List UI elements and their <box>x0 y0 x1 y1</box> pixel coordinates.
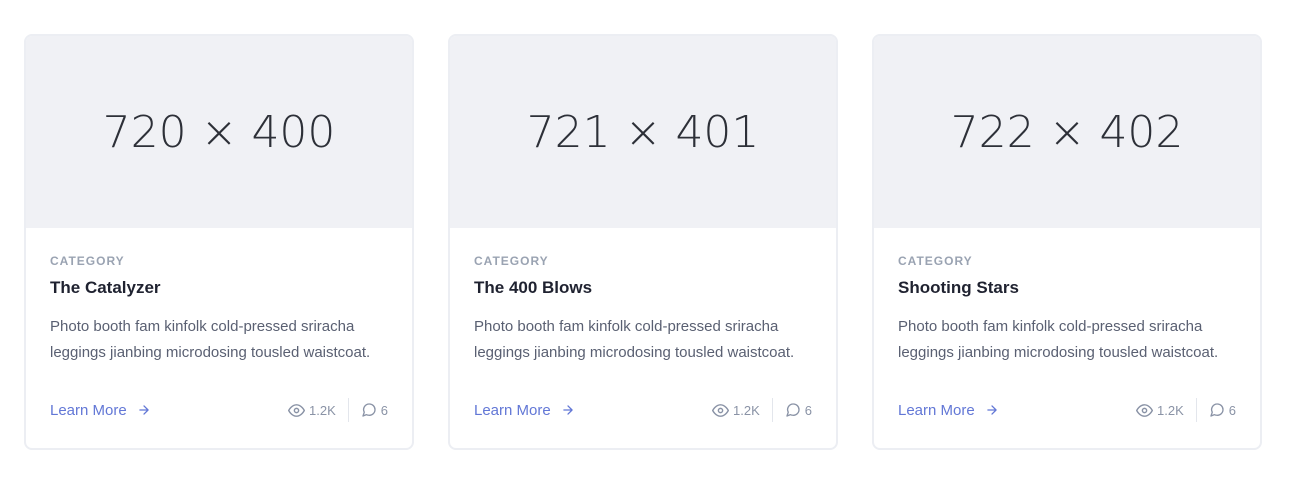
arrow-right-icon <box>137 403 151 417</box>
card-stats: 1.2K 6 <box>288 398 388 422</box>
comments-stat: 6 <box>361 402 388 418</box>
learn-more-link[interactable]: Learn More <box>50 402 151 419</box>
card-description: Photo booth fam kinfolk cold-pressed sri… <box>474 318 795 361</box>
card-footer: Learn More 1.2K 6 <box>474 398 812 422</box>
learn-more-link[interactable]: Learn More <box>474 402 575 419</box>
comments-count: 6 <box>804 402 812 418</box>
card-image-placeholder: 720 × 400 <box>26 36 412 228</box>
stats-divider <box>347 398 349 422</box>
views-stat: 1.2K <box>288 402 336 419</box>
eye-icon <box>288 403 306 417</box>
image-width-text: 720 <box>102 106 187 158</box>
blog-card: 720 × 400 CATEGORY The Catalyzer Photo b… <box>24 34 414 450</box>
views-count: 1.2K <box>733 402 760 418</box>
chat-bubble-icon <box>786 403 800 417</box>
arrow-right-icon <box>561 403 575 417</box>
card-description: Photo booth fam kinfolk cold-pressed sri… <box>50 318 371 361</box>
image-height-text: 401 <box>675 106 760 158</box>
card-title: The 400 Blows <box>474 278 593 297</box>
card-stats: 1.2K 6 <box>712 398 812 422</box>
card-body: CATEGORY The 400 Blows Photo booth fam k… <box>450 228 836 448</box>
learn-more-link[interactable]: Learn More <box>898 402 999 419</box>
views-stat: 1.2K <box>712 402 760 419</box>
learn-more-label: Learn More <box>50 401 127 419</box>
image-height-text: 400 <box>251 106 336 158</box>
learn-more-label: Learn More <box>898 401 975 419</box>
card-category: CATEGORY <box>898 254 973 268</box>
image-width-text: 722 <box>950 106 1035 158</box>
views-stat: 1.2K <box>1136 402 1184 419</box>
comments-stat: 6 <box>1209 402 1236 418</box>
card-category: CATEGORY <box>50 254 125 268</box>
card-body: CATEGORY Shooting Stars Photo booth fam … <box>874 228 1260 448</box>
card-body: CATEGORY The Catalyzer Photo booth fam k… <box>26 228 412 448</box>
blog-card: 721 × 401 CATEGORY The 400 Blows Photo b… <box>448 34 838 450</box>
blog-card: 722 × 402 CATEGORY Shooting Stars Photo … <box>872 34 1262 450</box>
views-count: 1.2K <box>1157 402 1184 418</box>
card-image-placeholder: 721 × 401 <box>450 36 836 228</box>
image-times-sign: × <box>200 106 238 158</box>
comments-stat: 6 <box>785 402 812 418</box>
card-description: Photo booth fam kinfolk cold-pressed sri… <box>898 318 1219 361</box>
stats-divider <box>771 398 773 422</box>
image-times-sign: × <box>1048 106 1086 158</box>
card-category: CATEGORY <box>474 254 549 268</box>
learn-more-label: Learn More <box>474 401 551 419</box>
image-height-text: 402 <box>1099 106 1184 158</box>
arrow-right-icon <box>985 403 999 417</box>
chat-bubble-icon <box>1210 403 1224 417</box>
card-title: The Catalyzer <box>50 278 161 297</box>
card-footer: Learn More 1.2K 6 <box>50 398 388 422</box>
card-stats: 1.2K 6 <box>1136 398 1236 422</box>
card-grid: 720 × 400 CATEGORY The Catalyzer Photo b… <box>0 0 1300 487</box>
comments-count: 6 <box>1228 402 1236 418</box>
card-title: Shooting Stars <box>898 278 1019 297</box>
eye-icon <box>712 403 730 417</box>
image-times-sign: × <box>624 106 662 158</box>
comments-count: 6 <box>380 402 388 418</box>
card-image-placeholder: 722 × 402 <box>874 36 1260 228</box>
card-footer: Learn More 1.2K 6 <box>898 398 1236 422</box>
stats-divider <box>1195 398 1197 422</box>
eye-icon <box>1136 403 1154 417</box>
image-width-text: 721 <box>526 106 611 158</box>
views-count: 1.2K <box>309 402 336 418</box>
chat-bubble-icon <box>362 403 376 417</box>
